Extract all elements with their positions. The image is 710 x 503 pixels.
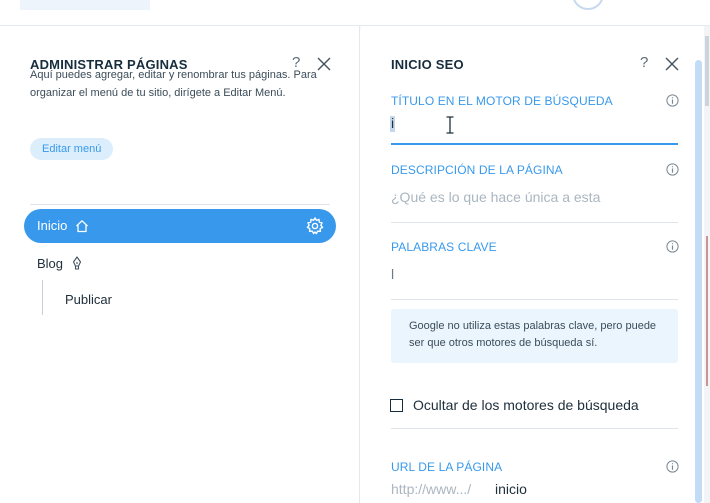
- page-description-underline: [391, 222, 678, 223]
- keywords-info-note: Google no utiliza estas palabras clave, …: [391, 309, 678, 363]
- seo-panel-close-icon[interactable]: [665, 57, 679, 71]
- text-cursor-icon: [445, 116, 455, 134]
- page-item-blog[interactable]: Blog: [37, 256, 63, 271]
- canvas-edge-mark: [706, 236, 708, 386]
- pen-icon: [72, 256, 82, 270]
- page-url-prefix: http://www.../: [391, 481, 472, 497]
- seo-title-input[interactable]: i: [391, 115, 394, 131]
- page-description-label: DESCRIPCIÓN DE LA PÁGINA: [391, 163, 563, 177]
- editor-top-bar: [0, 0, 710, 26]
- hide-from-search-checkbox[interactable]: [390, 399, 403, 412]
- canvas-edge-mark: [705, 36, 709, 106]
- divider: [391, 428, 678, 429]
- hide-from-search-label[interactable]: Ocultar de los motores de búsqueda: [413, 397, 639, 413]
- info-icon[interactable]: [666, 94, 679, 107]
- page-url-label: URL DE LA PÁGINA: [391, 460, 503, 474]
- keywords-input[interactable]: l: [391, 266, 394, 282]
- edit-menu-button[interactable]: Editar menú: [30, 138, 114, 160]
- page-url-input[interactable]: inicio: [495, 481, 527, 497]
- page-item-label: Inicio: [37, 218, 68, 233]
- manage-pages-description: Aquí puedes agregar, editar y renombrar …: [30, 69, 317, 99]
- seo-panel-help-icon[interactable]: ?: [640, 55, 648, 71]
- page-item-publicar[interactable]: Publicar: [65, 292, 112, 307]
- seo-title-label: TÍTULO EN EL MOTOR DE BÚSQUEDA: [391, 94, 613, 108]
- keywords-underline: [391, 299, 678, 300]
- info-icon[interactable]: [666, 460, 679, 473]
- top-bar-tab[interactable]: [20, 0, 150, 10]
- keywords-label: PALABRAS CLAVE: [391, 240, 497, 254]
- seo-title-underline: [391, 143, 678, 145]
- info-icon[interactable]: [666, 240, 679, 253]
- canvas-edge: [704, 26, 710, 503]
- divider: [30, 204, 330, 205]
- page-settings-gear-icon[interactable]: [305, 216, 325, 236]
- page-item-inicio[interactable]: Inicio: [24, 209, 336, 243]
- seo-panel-title: INICIO SEO: [391, 57, 464, 72]
- top-bar-circle-icon[interactable]: [572, 0, 604, 10]
- info-icon[interactable]: [666, 163, 679, 176]
- subpage-tree-line: [42, 280, 43, 315]
- home-icon: [75, 219, 89, 233]
- seo-panel-scrollbar[interactable]: [695, 60, 702, 503]
- page-description-input[interactable]: ¿Qué es lo que hace única a esta: [391, 189, 600, 205]
